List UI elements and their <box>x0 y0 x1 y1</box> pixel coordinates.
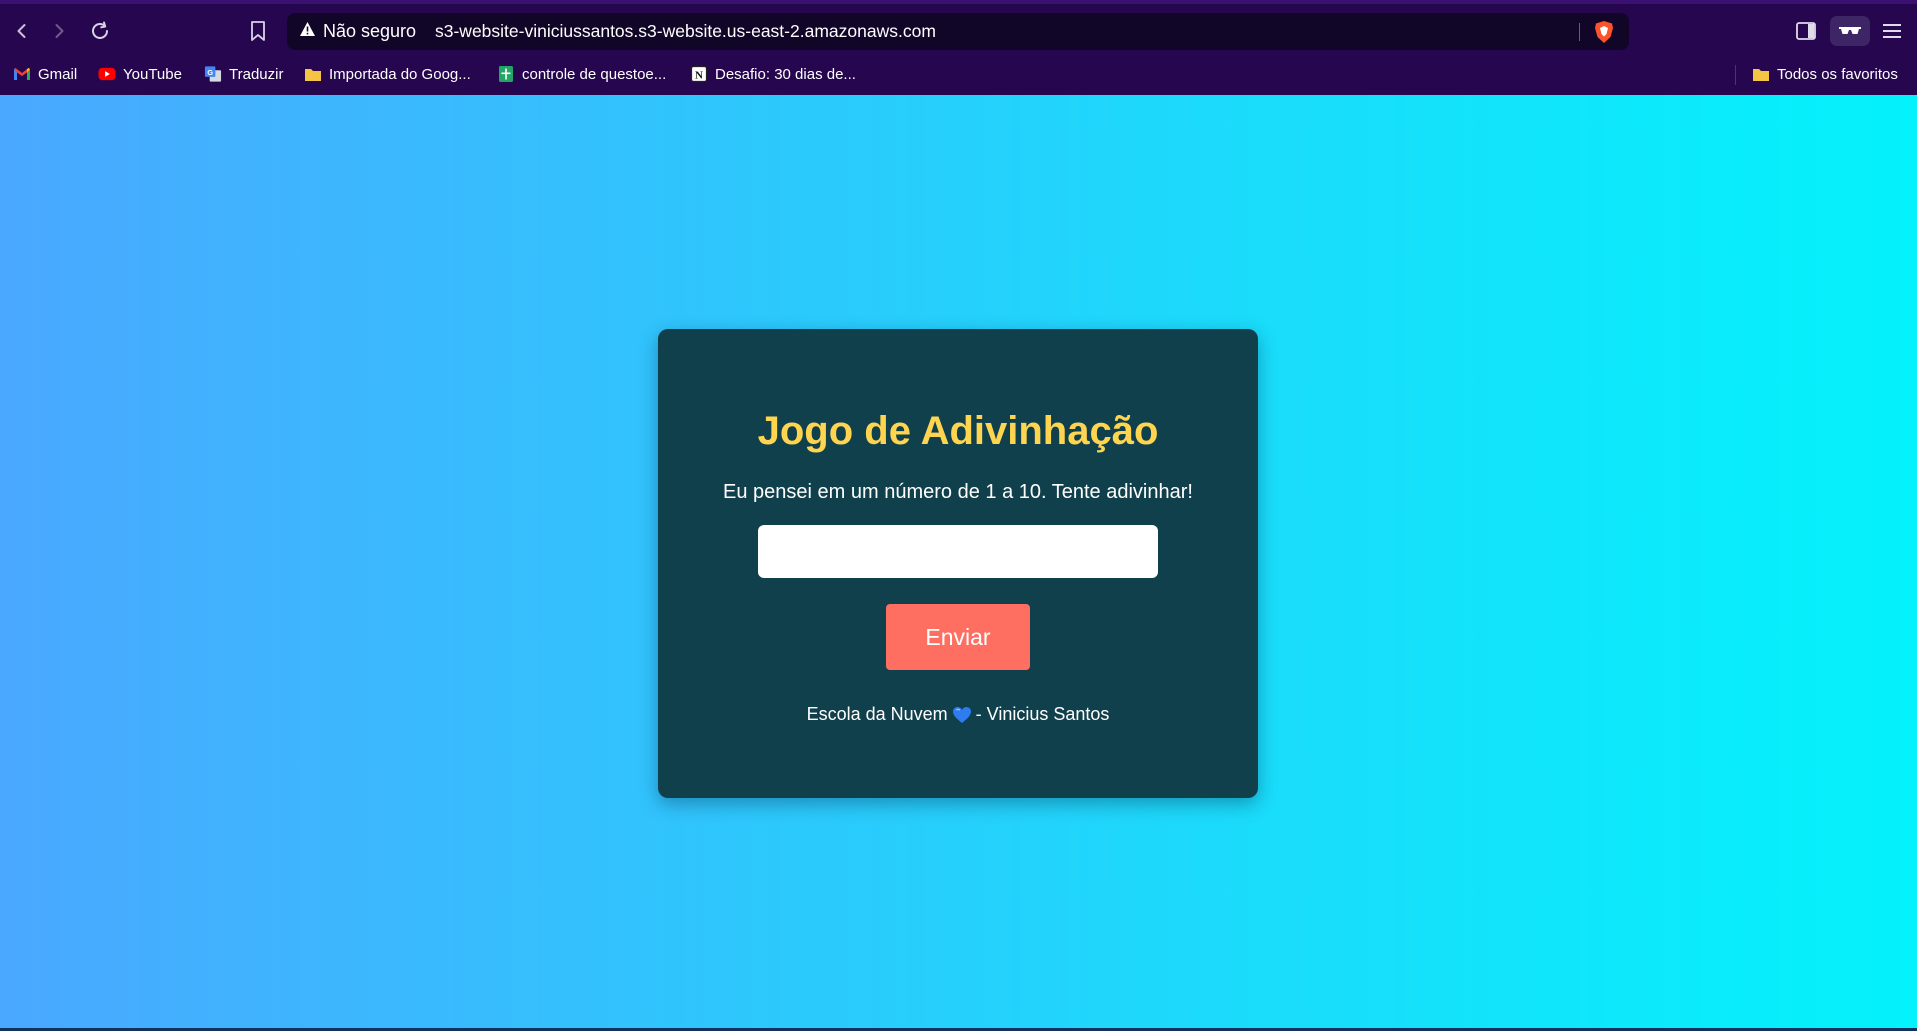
bookmark-icon[interactable] <box>244 17 272 45</box>
bookmark-label: Gmail <box>38 65 78 83</box>
bookmark-label: YouTube <box>123 65 182 83</box>
folder-icon <box>304 65 322 83</box>
bookmark-notion[interactable]: N Desafio: 30 dias de... <box>690 56 856 92</box>
footer-author: - Vinicius Santos <box>975 704 1110 724</box>
bookmark-gmail[interactable]: Gmail <box>13 56 77 92</box>
youtube-icon <box>98 65 116 83</box>
svg-text:G: G <box>207 68 213 77</box>
game-title: Jogo de Adivinhação <box>757 409 1159 453</box>
notion-icon: N <box>690 65 708 83</box>
sidebar-toggle-icon[interactable] <box>1792 16 1820 46</box>
hamburger-menu-icon[interactable] <box>1878 16 1906 46</box>
forward-arrow-icon[interactable] <box>45 17 73 45</box>
bookmark-label: Traduzir <box>229 65 284 83</box>
bookmarks-bar: Gmail YouTube G Traduzir Importada do Go… <box>0 56 1917 92</box>
bookmark-label: Importada do Goog... <box>329 65 471 83</box>
footer-credit: Escola da Nuvem - Vinicius Santos <box>658 704 1258 725</box>
bookmark-folder-imported[interactable]: Importada do Goog... <box>304 56 471 92</box>
folder-icon <box>1752 65 1770 83</box>
bookmarks-divider <box>1735 65 1736 85</box>
gmail-icon <box>13 65 31 83</box>
browser-chrome: Não seguro s3-website-viniciussantos.s3-… <box>0 0 1917 95</box>
footer-school: Escola da Nuvem <box>806 704 948 724</box>
svg-text:N: N <box>695 70 703 82</box>
guess-input[interactable] <box>758 525 1158 578</box>
page-background: Jogo de Adivinhação Eu pensei em um núme… <box>0 95 1917 1031</box>
game-instructions: Eu pensei em um número de 1 a 10. Tente … <box>723 481 1193 503</box>
browser-toolbar: Não seguro s3-website-viniciussantos.s3-… <box>0 8 1917 54</box>
brave-shield-icon[interactable] <box>1593 20 1617 44</box>
reload-icon[interactable] <box>86 17 114 45</box>
bookmark-translate[interactable]: G Traduzir <box>204 56 283 92</box>
warning-triangle-icon <box>299 21 316 42</box>
bookmark-all-favorites[interactable]: Todos os favoritos <box>1752 56 1898 92</box>
submit-button[interactable]: Enviar <box>886 604 1030 670</box>
security-indicator[interactable]: Não seguro <box>299 13 416 50</box>
url-text[interactable]: s3-website-viniciussantos.s3-website.us-… <box>435 13 936 50</box>
bookmark-label: Desafio: 30 dias de... <box>715 65 856 83</box>
bookmark-youtube[interactable]: YouTube <box>98 56 182 92</box>
bookmark-label: Todos os favoritos <box>1777 65 1898 83</box>
security-label: Não seguro <box>323 21 417 41</box>
translate-icon: G <box>204 65 222 83</box>
address-bar[interactable]: Não seguro s3-website-viniciussantos.s3-… <box>287 13 1629 50</box>
game-card: Jogo de Adivinhação Eu pensei em um núme… <box>658 329 1258 798</box>
sheets-icon <box>497 65 515 83</box>
blue-heart-icon <box>952 706 972 724</box>
url-divider <box>1579 23 1580 41</box>
back-arrow-icon[interactable] <box>8 17 36 45</box>
glasses-icon[interactable] <box>1830 16 1870 46</box>
bookmark-sheet[interactable]: controle de questoe... <box>497 56 666 92</box>
bookmark-label: controle de questoe... <box>522 65 667 83</box>
